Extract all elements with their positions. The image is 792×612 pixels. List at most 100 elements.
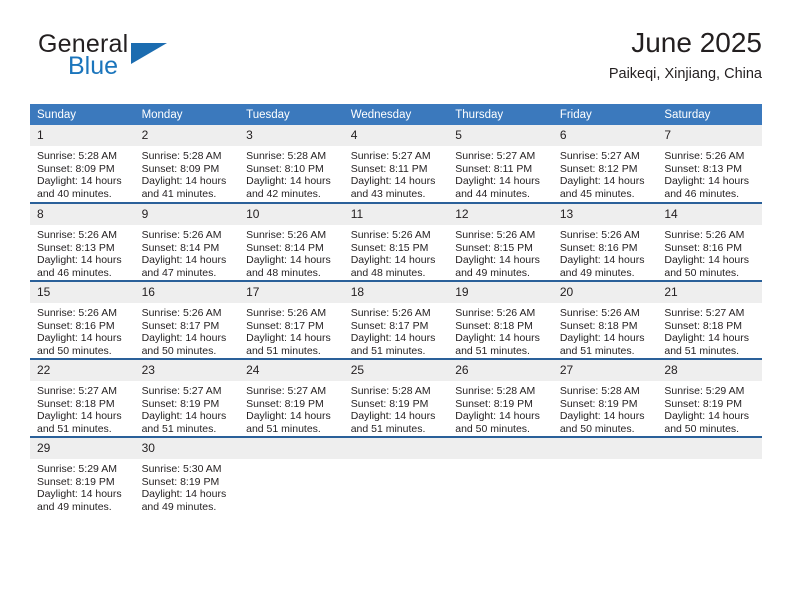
daylight-text-line1: Daylight: 14 hours (664, 410, 750, 423)
day-details: Sunrise: 5:28 AM Sunset: 8:10 PM Dayligh… (239, 146, 344, 200)
sunset-text: Sunset: 8:18 PM (559, 319, 638, 332)
sunrise-text: Sunrise: 5:26 AM (37, 307, 117, 319)
day-number: 11 (343, 204, 449, 225)
daylight-text-line2: and 49 minutes. (455, 266, 530, 279)
daylight-text-line1: Daylight: 14 hours (559, 410, 645, 423)
page-title: June 2025 (631, 27, 762, 58)
day-cell[interactable]: 27 Sunrise: 5:28 AM Sunset: 8:19 PM Dayl… (552, 358, 658, 437)
day-details: Sunrise: 5:27 AM Sunset: 8:18 PM Dayligh… (30, 381, 135, 435)
day-cell[interactable]: 25 Sunrise: 5:28 AM Sunset: 8:19 PM Dayl… (343, 358, 449, 437)
day-cell[interactable]: 10 Sunrise: 5:26 AM Sunset: 8:14 PM Dayl… (239, 202, 344, 281)
day-cell[interactable]: 20 Sunrise: 5:26 AM Sunset: 8:18 PM Dayl… (552, 280, 658, 359)
sunrise-text: Sunrise: 5:28 AM (141, 150, 222, 162)
day-cell[interactable]: 5 Sunrise: 5:27 AM Sunset: 8:11 PM Dayli… (448, 125, 553, 203)
day-cell[interactable]: 12 Sunrise: 5:26 AM Sunset: 8:15 PM Dayl… (448, 202, 553, 281)
sunset-text: Sunset: 8:09 PM (141, 162, 220, 175)
day-cell[interactable]: 7 Sunrise: 5:26 AM Sunset: 8:13 PM Dayli… (657, 125, 762, 203)
sunset-text: Sunset: 8:15 PM (455, 241, 533, 254)
day-number: 22 (30, 360, 135, 381)
day-cell[interactable]: 11 Sunrise: 5:26 AM Sunset: 8:15 PM Dayl… (343, 202, 449, 281)
calendar-header-row: Sunday Monday Tuesday Wednesday Thursday… (30, 104, 762, 125)
day-number: 27 (552, 360, 658, 381)
day-cell[interactable]: 16 Sunrise: 5:26 AM Sunset: 8:17 PM Dayl… (134, 280, 240, 359)
day-cell[interactable]: 18 Sunrise: 5:26 AM Sunset: 8:17 PM Dayl… (343, 280, 449, 359)
day-cell[interactable]: 8 Sunrise: 5:26 AM Sunset: 8:13 PM Dayli… (30, 202, 135, 281)
daylight-text-line2: and 51 minutes. (664, 344, 740, 357)
day-cell[interactable]: 15 Sunrise: 5:26 AM Sunset: 8:16 PM Dayl… (30, 280, 135, 359)
sunrise-text: Sunrise: 5:27 AM (141, 385, 222, 397)
page-header: General Blue June 2025 Paikeqi, Xinjiang… (30, 26, 762, 96)
sunset-text: Sunset: 8:17 PM (141, 319, 220, 332)
sunset-text: Sunset: 8:11 PM (350, 162, 428, 175)
daylight-text-line2: and 45 minutes. (559, 187, 635, 200)
sunset-text: Sunset: 8:19 PM (664, 397, 743, 410)
sunrise-text: Sunrise: 5:28 AM (246, 150, 327, 162)
day-details: Sunrise: 5:26 AM Sunset: 8:14 PM Dayligh… (239, 225, 344, 279)
day-cell[interactable]: 2 Sunrise: 5:28 AM Sunset: 8:09 PM Dayli… (134, 125, 240, 203)
day-details: Sunrise: 5:28 AM Sunset: 8:19 PM Dayligh… (448, 381, 553, 435)
day-cell-empty (552, 436, 658, 515)
triangle-icon (131, 43, 167, 64)
daylight-text-line2: and 51 minutes. (350, 422, 426, 435)
sunset-text: Sunset: 8:09 PM (37, 162, 115, 175)
daylight-text-line2: and 51 minutes. (559, 344, 635, 357)
daylight-text-line2: and 50 minutes. (141, 344, 217, 357)
day-cell[interactable]: 13 Sunrise: 5:26 AM Sunset: 8:16 PM Dayl… (552, 202, 658, 281)
sunrise-text: Sunrise: 5:30 AM (141, 463, 222, 475)
sunrise-text: Sunrise: 5:27 AM (559, 150, 640, 162)
day-cell[interactable]: 14 Sunrise: 5:26 AM Sunset: 8:16 PM Dayl… (657, 202, 762, 281)
day-number (552, 438, 658, 459)
sunset-text: Sunset: 8:14 PM (246, 241, 324, 254)
day-number: 29 (30, 438, 135, 459)
day-details: Sunrise: 5:26 AM Sunset: 8:16 PM Dayligh… (553, 225, 658, 279)
day-cell[interactable]: 19 Sunrise: 5:26 AM Sunset: 8:18 PM Dayl… (448, 280, 553, 359)
day-cell[interactable]: 24 Sunrise: 5:27 AM Sunset: 8:19 PM Dayl… (239, 358, 344, 437)
day-details: Sunrise: 5:26 AM Sunset: 8:15 PM Dayligh… (448, 225, 553, 279)
calendar-week-row: 29 Sunrise: 5:29 AM Sunset: 8:19 PM Dayl… (30, 436, 762, 515)
sunset-text: Sunset: 8:18 PM (455, 319, 533, 332)
day-cell[interactable]: 6 Sunrise: 5:27 AM Sunset: 8:12 PM Dayli… (552, 125, 658, 203)
sunrise-text: Sunrise: 5:26 AM (455, 229, 536, 241)
daylight-text-line1: Daylight: 14 hours (141, 175, 227, 188)
day-cell[interactable]: 22 Sunrise: 5:27 AM Sunset: 8:18 PM Dayl… (30, 358, 135, 437)
day-number: 23 (134, 360, 240, 381)
daylight-text-line2: and 51 minutes. (37, 422, 112, 435)
day-details: Sunrise: 5:26 AM Sunset: 8:15 PM Dayligh… (344, 225, 449, 279)
day-cell[interactable]: 21 Sunrise: 5:27 AM Sunset: 8:18 PM Dayl… (657, 280, 762, 359)
day-number: 18 (343, 282, 449, 303)
daylight-text-line1: Daylight: 14 hours (37, 175, 122, 188)
day-number: 24 (239, 360, 344, 381)
day-cell[interactable]: 23 Sunrise: 5:27 AM Sunset: 8:19 PM Dayl… (134, 358, 240, 437)
sunset-text: Sunset: 8:19 PM (246, 397, 324, 410)
daylight-text-line1: Daylight: 14 hours (37, 488, 122, 501)
daylight-text-line1: Daylight: 14 hours (141, 254, 227, 267)
brand-logo[interactable]: General Blue (38, 30, 218, 90)
day-details: Sunrise: 5:27 AM Sunset: 8:19 PM Dayligh… (135, 381, 240, 435)
day-number: 5 (448, 125, 553, 146)
day-cell[interactable]: 17 Sunrise: 5:26 AM Sunset: 8:17 PM Dayl… (239, 280, 344, 359)
sunrise-text: Sunrise: 5:28 AM (559, 385, 640, 397)
day-number: 26 (448, 360, 553, 381)
day-details: Sunrise: 5:26 AM Sunset: 8:16 PM Dayligh… (657, 225, 762, 279)
day-cell[interactable]: 4 Sunrise: 5:27 AM Sunset: 8:11 PM Dayli… (343, 125, 449, 203)
sunset-text: Sunset: 8:19 PM (559, 397, 638, 410)
day-cell[interactable]: 1 Sunrise: 5:28 AM Sunset: 8:09 PM Dayli… (30, 125, 135, 203)
sunset-text: Sunset: 8:13 PM (37, 241, 115, 254)
daylight-text-line2: and 44 minutes. (455, 187, 530, 200)
daylight-text-line2: and 51 minutes. (246, 344, 321, 357)
day-cell[interactable]: 3 Sunrise: 5:28 AM Sunset: 8:10 PM Dayli… (239, 125, 344, 203)
day-cell[interactable]: 9 Sunrise: 5:26 AM Sunset: 8:14 PM Dayli… (134, 202, 240, 281)
day-number: 8 (30, 204, 135, 225)
day-cell[interactable]: 26 Sunrise: 5:28 AM Sunset: 8:19 PM Dayl… (448, 358, 553, 437)
sunrise-text: Sunrise: 5:27 AM (246, 385, 327, 397)
day-cell[interactable]: 28 Sunrise: 5:29 AM Sunset: 8:19 PM Dayl… (657, 358, 762, 437)
day-details: Sunrise: 5:28 AM Sunset: 8:19 PM Dayligh… (553, 381, 658, 435)
day-details: Sunrise: 5:26 AM Sunset: 8:17 PM Dayligh… (344, 303, 449, 357)
day-cell[interactable]: 29 Sunrise: 5:29 AM Sunset: 8:19 PM Dayl… (30, 436, 135, 515)
day-cell[interactable]: 30 Sunrise: 5:30 AM Sunset: 8:19 PM Dayl… (134, 436, 240, 515)
calendar-page: General Blue June 2025 Paikeqi, Xinjiang… (0, 0, 792, 612)
sunset-text: Sunset: 8:18 PM (37, 397, 115, 410)
day-cell-empty (239, 436, 344, 515)
daylight-text-line2: and 50 minutes. (664, 266, 740, 279)
daylight-text-line2: and 49 minutes. (37, 500, 112, 513)
